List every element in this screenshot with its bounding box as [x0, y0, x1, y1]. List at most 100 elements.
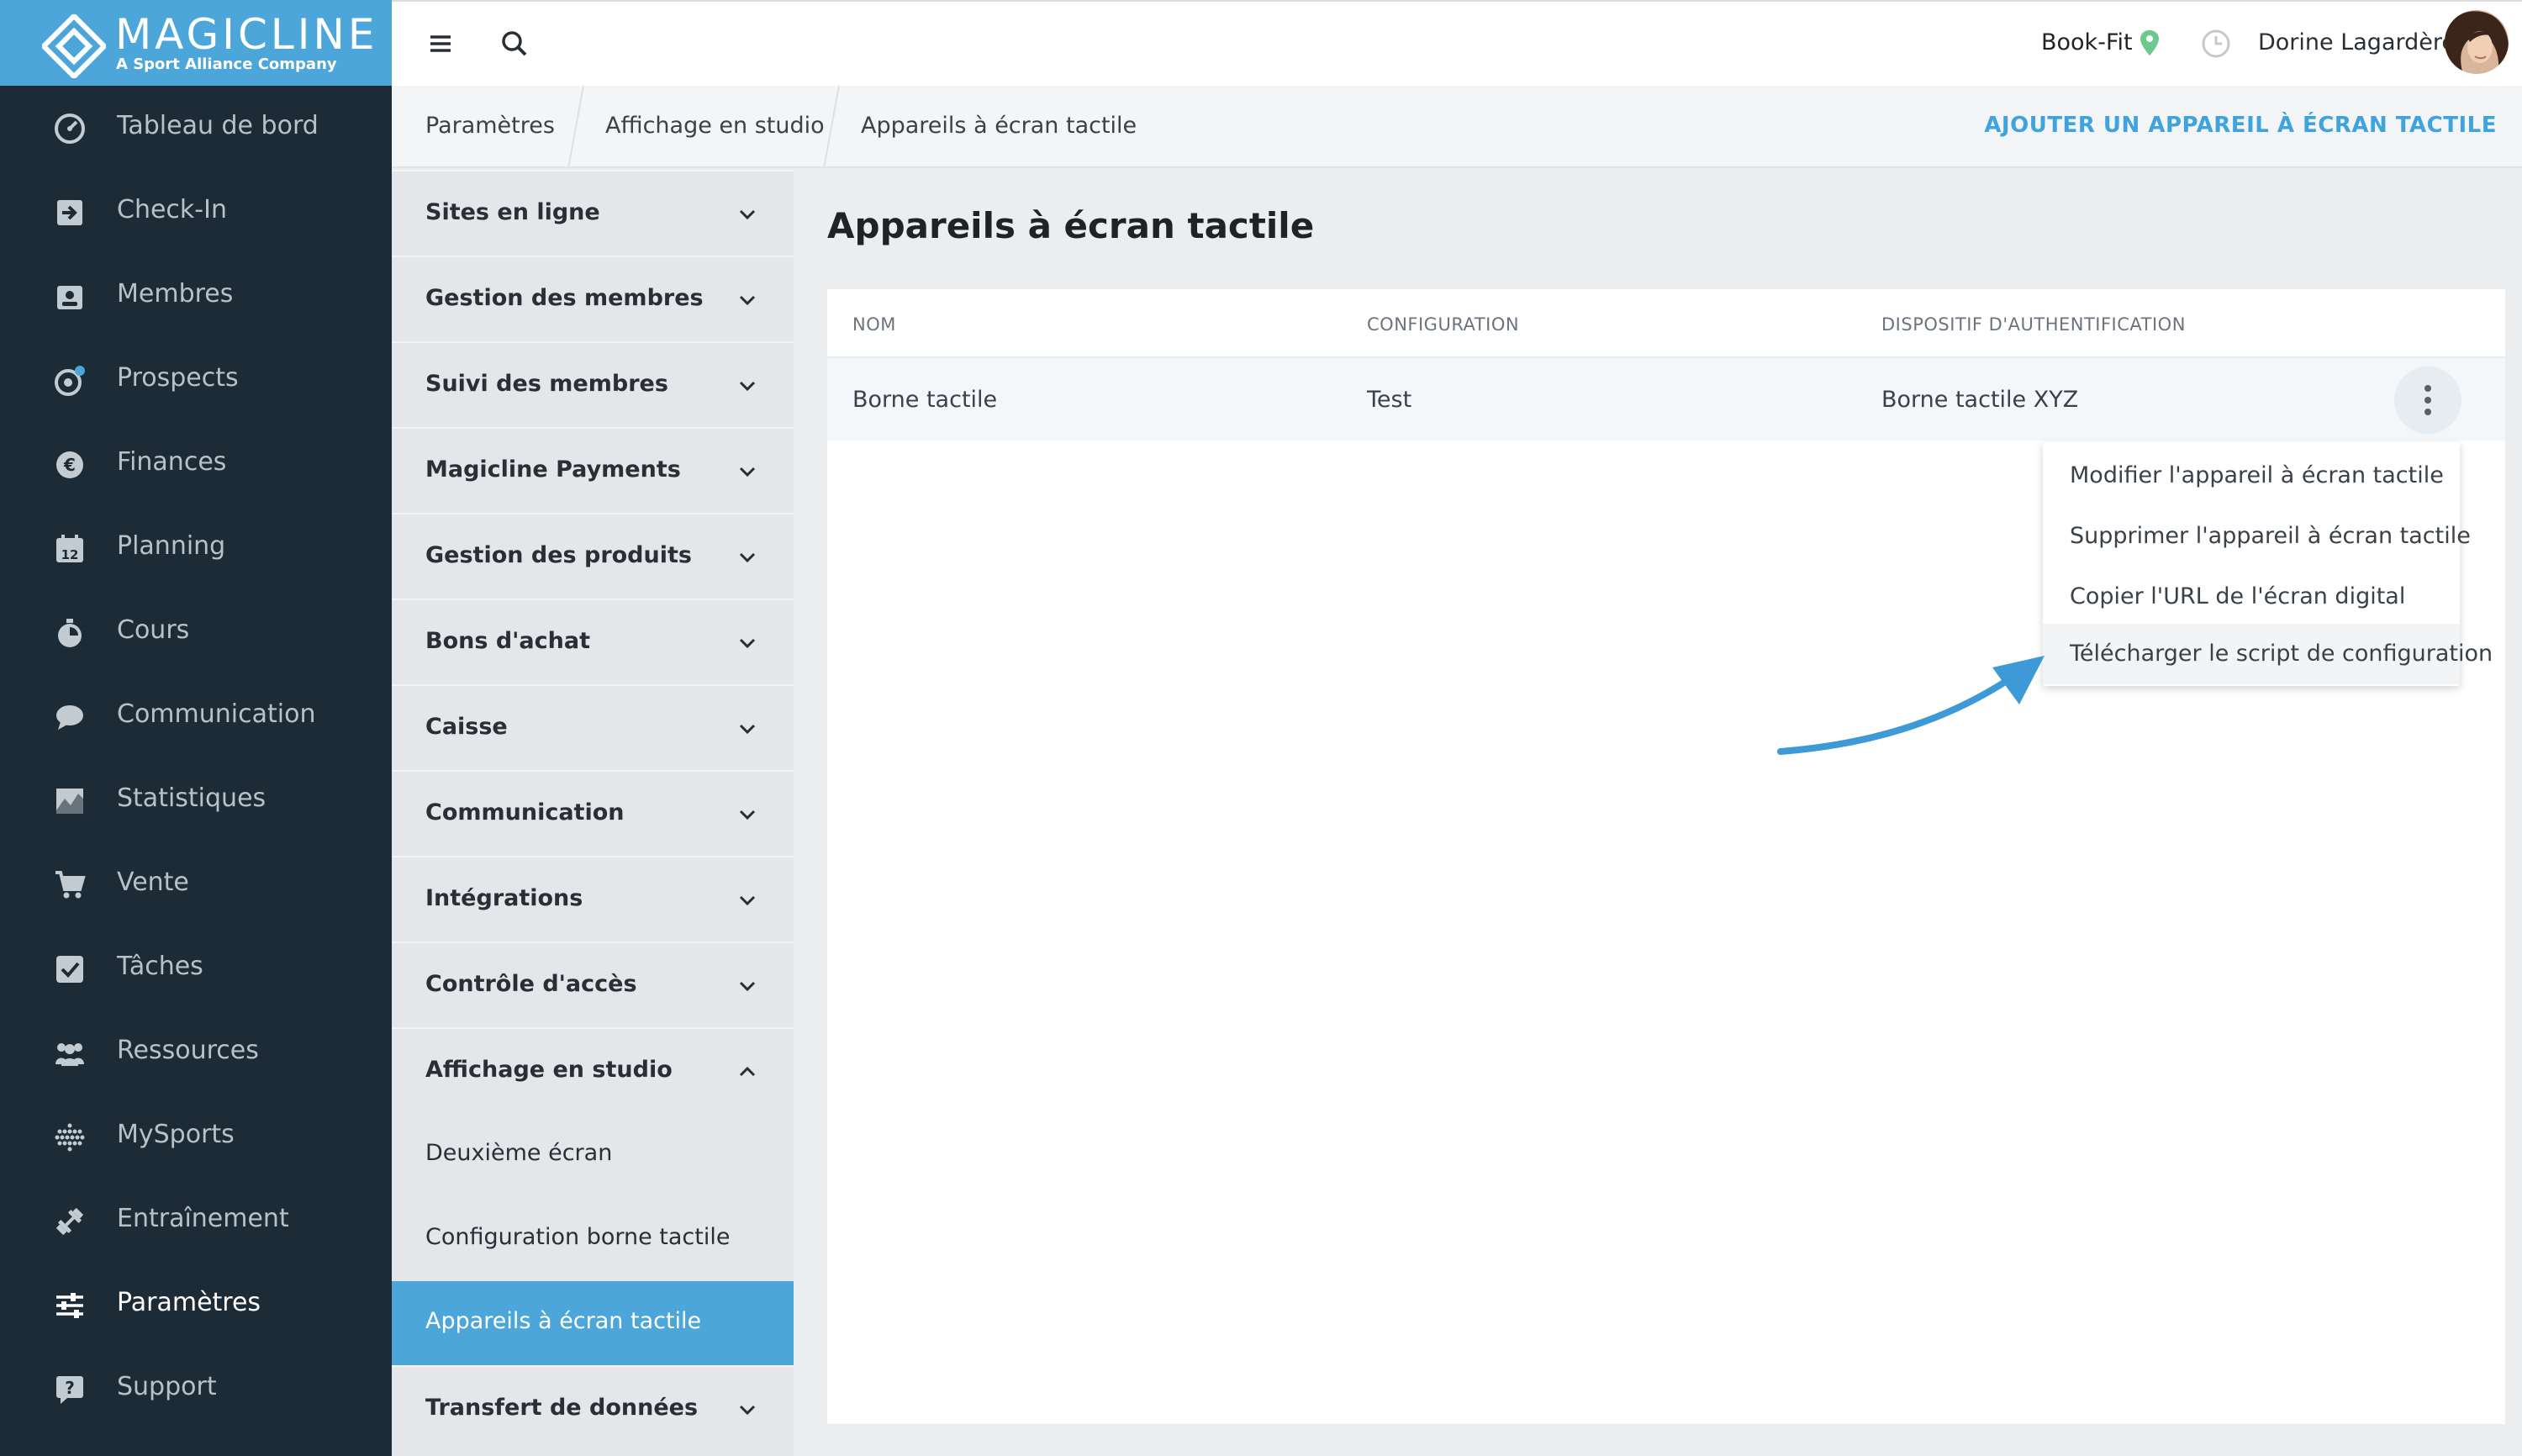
nav-label: Tableau de bord: [117, 111, 319, 140]
nav-item-support[interactable]: ? Support: [0, 1347, 392, 1431]
brand-header[interactable]: MAGICLINE A Sport Alliance Company: [0, 0, 392, 86]
statistics-icon: [56, 789, 83, 814]
nav-label: Paramètres: [117, 1288, 261, 1317]
submenu-label: Caisse: [425, 714, 508, 740]
top-bar: Book-Fit Dorine Lagardère: [392, 0, 2522, 86]
submenu-subitem-deuxieme-ecran[interactable]: Deuxième écran: [392, 1113, 794, 1197]
nav-item-cours[interactable]: Cours: [0, 590, 392, 674]
nav-item-tableau-de-bord[interactable]: Tableau de bord: [0, 86, 392, 170]
table-row[interactable]: Borne tactile Test Borne tactile XYZ: [827, 356, 2505, 440]
submenu-item-gestion-produits[interactable]: Gestion des produits: [392, 513, 794, 599]
submenu-subitem-appareils-ecran-tactile[interactable]: Appareils à écran tactile: [392, 1281, 794, 1365]
menu-item-label: Supprimer l'appareil à écran tactile: [2070, 523, 2471, 549]
resources-icon: [55, 1043, 84, 1066]
submenu-item-transfert-donnees[interactable]: Transfert de données: [392, 1365, 794, 1451]
nav-item-planning[interactable]: 12 Planning: [0, 506, 392, 590]
menu-item-label: Télécharger le script de configuration: [2070, 641, 2493, 667]
avatar[interactable]: [2445, 10, 2509, 74]
chevron-down-icon: [739, 810, 756, 820]
submenu-item-affichage-studio[interactable]: Affichage en studio: [392, 1027, 794, 1113]
nav-label: Support: [117, 1372, 217, 1401]
brand-tagline: A Sport Alliance Company: [116, 55, 337, 73]
cell-auth-device: Borne tactile XYZ: [1881, 387, 2079, 413]
menu-item-copier-url[interactable]: Copier l'URL de l'écran digital: [2043, 567, 2460, 627]
members-icon: [57, 286, 82, 309]
menu-item-label: Copier l'URL de l'écran digital: [2070, 583, 2406, 609]
nav-label: Entraînement: [117, 1204, 289, 1233]
row-context-menu: Modifier l'appareil à écran tactile Supp…: [2043, 442, 2493, 686]
breadcrumb-item-parametres[interactable]: Paramètres: [425, 113, 555, 139]
mysports-icon: [55, 1123, 85, 1152]
nav-item-prospects[interactable]: Prospects: [0, 338, 392, 422]
cell-configuration: Test: [1367, 387, 1412, 413]
menu-item-label: Modifier l'appareil à écran tactile: [2070, 462, 2444, 488]
chevron-down-icon: [739, 638, 756, 649]
nav-item-parametres[interactable]: Paramètres: [0, 1263, 392, 1347]
row-actions-button[interactable]: [2394, 367, 2461, 434]
submenu-label: Affichage en studio: [425, 1057, 673, 1083]
user-avatar-icon: [2445, 10, 2509, 74]
menu-item-telecharger-script[interactable]: Télécharger le script de configuration: [2043, 624, 2493, 684]
hamburger-menu-icon[interactable]: [424, 27, 457, 61]
submenu-item-suivi-membres[interactable]: Suivi des membres: [392, 341, 794, 427]
submenu-label: Communication: [425, 799, 625, 826]
submenu-label: Sites en ligne: [425, 199, 600, 225]
nav-item-communication[interactable]: Communication: [0, 674, 392, 758]
svg-text:?: ?: [65, 1378, 75, 1398]
search-icon[interactable]: [498, 27, 531, 61]
column-header-nom[interactable]: NOM: [852, 314, 896, 335]
nav-item-statistiques[interactable]: Statistiques: [0, 758, 392, 842]
submenu-item-integrations[interactable]: Intégrations: [392, 856, 794, 942]
add-touchscreen-device-button[interactable]: AJOUTER UN APPAREIL À ÉCRAN TACTILE: [1984, 113, 2497, 138]
cart-icon: [55, 871, 86, 899]
dashboard-icon: [55, 113, 85, 144]
submenu-label: Deuxième écran: [425, 1140, 613, 1166]
nav-item-ressources[interactable]: Ressources: [0, 1010, 392, 1095]
clock-icon[interactable]: [2201, 29, 2231, 59]
submenu-item-gestion-membres[interactable]: Gestion des membres: [392, 256, 794, 341]
main-sidebar: MAGICLINE A Sport Alliance Company Table…: [0, 0, 392, 1456]
submenu-label: Suivi des membres: [425, 371, 668, 397]
chevron-down-icon: [739, 724, 756, 735]
menu-item-supprimer[interactable]: Supprimer l'appareil à écran tactile: [2043, 506, 2471, 567]
nav-label: Cours: [117, 615, 190, 645]
chat-icon: [56, 705, 83, 730]
chevron-up-icon: [739, 1066, 756, 1077]
column-header-auth-device[interactable]: DISPOSITIF D'AUTHENTIFICATION: [1881, 314, 2186, 335]
dumbbell-icon: [56, 1208, 83, 1235]
nav-item-check-in[interactable]: Check-In: [0, 170, 392, 254]
submenu-label: Gestion des produits: [425, 542, 692, 568]
studio-selector[interactable]: Book-Fit: [2041, 29, 2133, 55]
user-name[interactable]: Dorine Lagardère: [2258, 29, 2456, 55]
breadcrumb-item-affichage[interactable]: Affichage en studio: [605, 113, 825, 139]
finances-icon: €: [56, 451, 83, 478]
nav-item-taches[interactable]: Tâches: [0, 926, 392, 1010]
nav-label: Statistiques: [117, 783, 266, 813]
nav-item-finances[interactable]: € Finances: [0, 422, 392, 506]
stopwatch-icon: [58, 619, 82, 647]
tasks-icon: [56, 956, 83, 983]
settings-sliders-icon: [56, 1293, 83, 1318]
submenu-label: Transfert de données: [425, 1395, 699, 1421]
column-header-configuration[interactable]: CONFIGURATION: [1367, 314, 1519, 335]
nav-item-mysports[interactable]: MySports: [0, 1095, 392, 1179]
chevron-down-icon: [739, 209, 756, 220]
submenu-item-communication[interactable]: Communication: [392, 770, 794, 856]
nav-label: Ressources: [117, 1036, 259, 1065]
nav-item-membres[interactable]: Membres: [0, 254, 392, 338]
submenu-item-magicline-payments[interactable]: Magicline Payments: [392, 427, 794, 513]
submenu-subitem-configuration-borne[interactable]: Configuration borne tactile: [392, 1197, 794, 1281]
submenu-item-controle-acces[interactable]: Contrôle d'accès: [392, 942, 794, 1027]
menu-item-modifier[interactable]: Modifier l'appareil à écran tactile: [2043, 446, 2460, 506]
nav-label: Finances: [117, 447, 227, 477]
nav-item-vente[interactable]: Vente: [0, 842, 392, 926]
chevron-down-icon: [739, 552, 756, 563]
nav-label: Communication: [117, 699, 316, 729]
settings-submenu: Sites en ligne Gestion des membres Suivi…: [392, 170, 794, 1456]
submenu-item-caisse[interactable]: Caisse: [392, 684, 794, 770]
nav-label: Prospects: [117, 363, 239, 393]
submenu-label: Bons d'achat: [425, 628, 590, 654]
nav-item-entrainement[interactable]: Entraînement: [0, 1179, 392, 1263]
submenu-item-bons-achat[interactable]: Bons d'achat: [392, 599, 794, 684]
submenu-item-sites-en-ligne[interactable]: Sites en ligne: [392, 170, 794, 256]
